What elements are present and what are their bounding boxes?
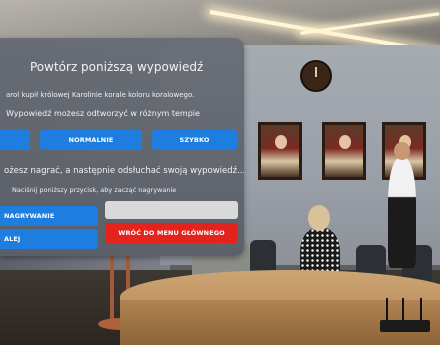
stand-pole [110,250,114,325]
play-slow-button[interactable] [0,130,30,150]
wall-clock [300,60,332,92]
wifi-router [380,320,430,332]
panel-title: Powtórz poniższą wypowiedź [30,60,204,74]
record-button[interactable]: NAGRYWANIE [0,206,98,226]
sentence-text: arol kupił królowej Karolinie korale kol… [6,91,195,99]
playback-button-disabled[interactable] [105,201,238,219]
person-head [394,142,410,160]
router-antenna [420,298,422,320]
portrait-painting [258,122,302,180]
exercise-panel: Powtórz poniższą wypowiedź arol kupił kr… [0,38,244,256]
router-antenna [402,298,404,320]
play-normal-button[interactable]: NORMALNIE [40,130,142,150]
standing-woman [388,158,416,268]
play-fast-button[interactable]: SZYBKO [152,130,237,150]
next-button[interactable]: ALEJ [0,229,98,249]
back-to-menu-button[interactable]: WRÓĆ DO MENU GŁÓWNEGO [105,223,238,243]
record-label: ożesz nagrać, a następnie odsłuchać swoj… [4,166,244,176]
portrait-painting [322,122,366,180]
record-hint: Naciśnij poniższy przycisk, aby zacząć n… [12,186,177,194]
speed-label: Wypowiedź możesz odtworzyć w różnym temp… [6,109,200,118]
person-head [308,205,330,231]
vr-scene: Powtórz poniższą wypowiedź arol kupił kr… [0,0,440,345]
router-antenna [386,298,388,320]
